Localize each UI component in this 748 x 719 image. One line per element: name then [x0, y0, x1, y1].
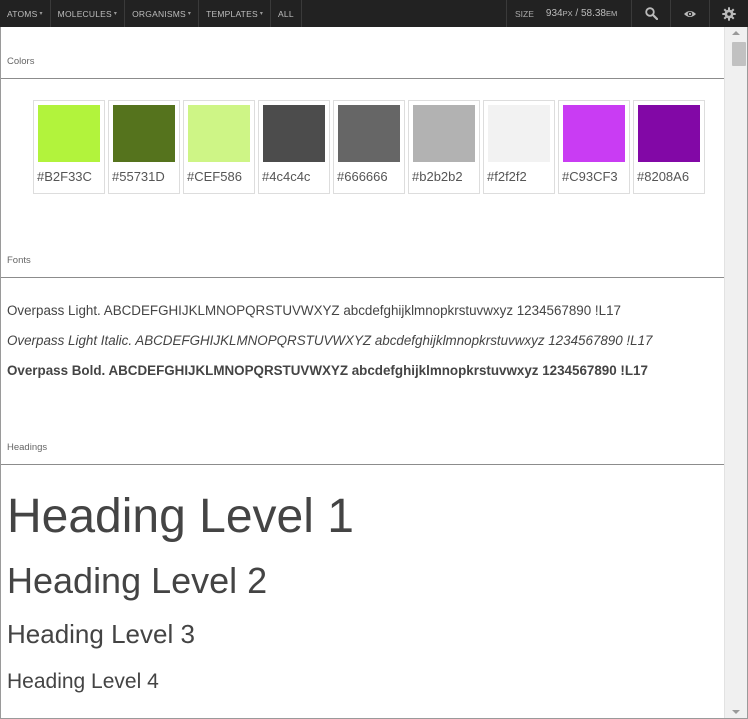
scroll-thumb[interactable]	[732, 42, 746, 66]
color-swatch: #8208A6	[633, 100, 705, 194]
heading-level-4: Heading Level 4	[7, 670, 159, 693]
color-swatch: #f2f2f2	[483, 100, 555, 194]
color-chip	[188, 105, 250, 162]
color-chip	[413, 105, 475, 162]
color-swatch: #b2b2b2	[408, 100, 480, 194]
heading-level-3: Heading Level 3	[7, 619, 195, 649]
search-button[interactable]	[631, 0, 670, 27]
size-value: 934PX / 58.38EM	[546, 8, 617, 19]
size-em-value[interactable]: 58.38	[581, 8, 606, 19]
chevron-down-icon: ▾	[113, 11, 118, 17]
color-swatch: #4c4c4c	[258, 100, 330, 194]
nav-organisms[interactable]: ORGANISMS ▾	[125, 0, 200, 27]
gear-icon	[722, 6, 736, 21]
color-chip	[563, 105, 625, 162]
color-code: #C93CF3	[562, 169, 618, 184]
nav-organisms-label: ORGANISMS	[132, 8, 186, 19]
font-sample-light: Overpass Light. ABCDEFGHIJKLMNOPQRSTUVWX…	[7, 303, 621, 318]
color-code: #B2F33C	[37, 169, 92, 184]
nav-molecules-label: MOLECULES	[57, 8, 112, 19]
headings-divider	[1, 464, 724, 465]
scroll-down-arrow-icon[interactable]	[732, 710, 740, 714]
color-swatch: #666666	[333, 100, 405, 194]
color-swatch: #C93CF3	[558, 100, 630, 194]
font-sample-light-italic: Overpass Light Italic. ABCDEFGHIJKLMNOPQ…	[7, 333, 653, 348]
chevron-down-icon: ▾	[187, 11, 192, 17]
pattern-lab-toolbar: ATOMS ▾ MOLECULES ▾ ORGANISMS ▾ TEMPLATES ▾ …	[0, 0, 748, 27]
settings-button[interactable]	[709, 0, 748, 27]
view-button[interactable]	[670, 0, 709, 27]
size-separator: /	[572, 8, 581, 19]
color-code: #f2f2f2	[487, 169, 527, 184]
scroll-up-arrow-icon[interactable]	[732, 31, 740, 35]
nav-menu: ATOMS ▾ MOLECULES ▾ ORGANISMS ▾ TEMPLATES ▾ …	[0, 0, 302, 27]
color-code: #55731D	[112, 169, 165, 184]
nav-atoms-label: ATOMS	[7, 8, 38, 19]
colors-section-title: Colors	[7, 56, 35, 67]
color-swatch: #55731D	[108, 100, 180, 194]
fonts-section-title: Fonts	[7, 255, 31, 266]
chevron-down-icon: ▾	[259, 11, 264, 17]
color-code: #4c4c4c	[262, 169, 311, 184]
color-chip	[113, 105, 175, 162]
heading-level-2: Heading Level 2	[7, 560, 268, 601]
color-swatch: #CEF586	[183, 100, 255, 194]
nav-all[interactable]: ALL	[271, 0, 302, 27]
size-px-unit: PX	[562, 9, 573, 18]
font-sample-bold: Overpass Bold. ABCDEFGHIJKLMNOPQRSTUVWXY…	[7, 363, 648, 378]
size-px-value[interactable]: 934	[546, 8, 563, 19]
color-chip	[38, 105, 100, 162]
headings-section-title: Headings	[7, 442, 48, 453]
nav-molecules[interactable]: MOLECULES ▾	[51, 0, 126, 27]
nav-templates-label: TEMPLATES	[206, 8, 258, 19]
color-swatch: #B2F33C	[33, 100, 105, 194]
nav-all-label: ALL	[278, 8, 294, 19]
chevron-down-icon: ▾	[39, 11, 43, 17]
color-chip	[488, 105, 550, 162]
toolbar-controls: SIZE 934PX / 58.38EM	[506, 0, 748, 27]
eye-icon	[684, 10, 696, 17]
vertical-scrollbar[interactable]	[724, 27, 747, 718]
color-chip	[638, 105, 700, 162]
size-label: SIZE	[515, 8, 534, 19]
viewport-size-readout: SIZE 934PX / 58.38EM	[506, 0, 631, 27]
heading-level-1: Heading Level 1	[7, 490, 354, 543]
nav-templates[interactable]: TEMPLATES ▾	[199, 0, 272, 27]
search-icon	[644, 7, 658, 20]
color-code: #8208A6	[637, 169, 690, 184]
color-code: #b2b2b2	[412, 169, 463, 184]
color-chip	[263, 105, 325, 162]
color-code: #CEF586	[187, 169, 242, 184]
size-em-unit: EM	[605, 9, 618, 18]
color-code: #666666	[337, 169, 388, 184]
nav-atoms[interactable]: ATOMS ▾	[0, 0, 51, 27]
fonts-divider	[1, 277, 724, 278]
colors-divider	[1, 78, 724, 79]
color-chip	[338, 105, 400, 162]
pattern-viewport: Colors #B2F33C #55731D #CEF586 #4c4c4c #…	[1, 27, 724, 718]
